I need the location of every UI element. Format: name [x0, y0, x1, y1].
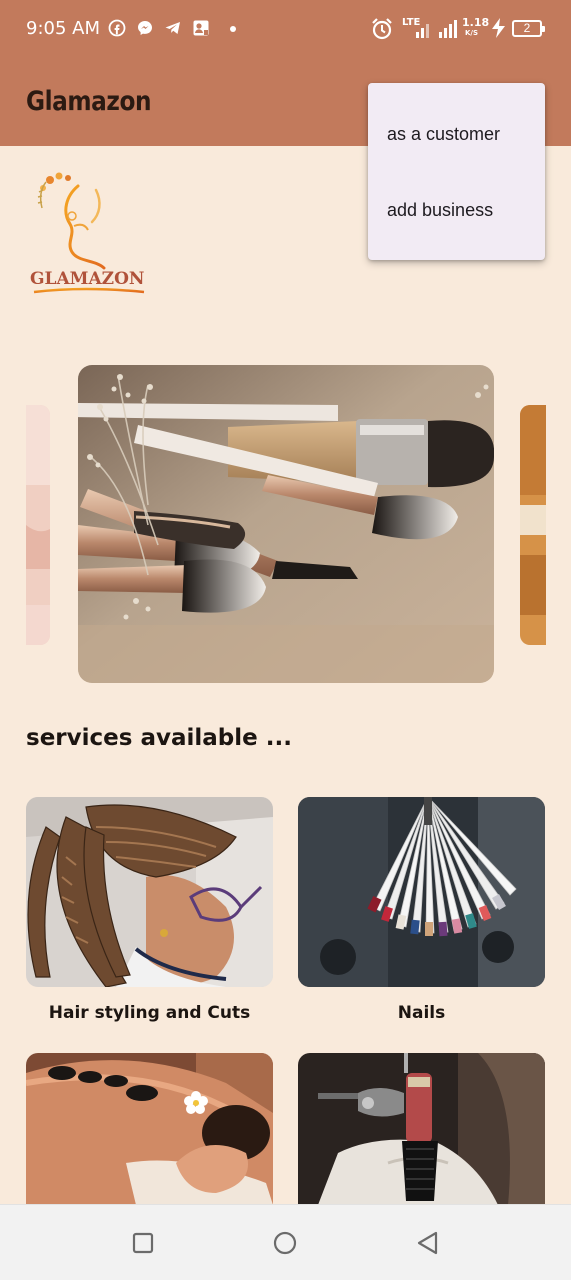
recents-button[interactable]	[129, 1229, 157, 1257]
menu-item-add-business[interactable]: add business	[368, 180, 545, 240]
alarm-icon	[372, 18, 392, 40]
service-label-hair[interactable]: Hair styling and Cuts	[26, 1003, 273, 1023]
signal-icon-2	[439, 20, 457, 38]
popup-menu: as a customer add business	[368, 83, 545, 260]
system-nav-bar	[0, 1204, 571, 1280]
service-card-tattoo[interactable]	[298, 1053, 545, 1221]
menu-item-as-a-customer[interactable]: as a customer	[368, 104, 545, 164]
facebook-icon	[108, 19, 126, 37]
image-carousel[interactable]	[0, 365, 571, 685]
carousel-next-slide[interactable]	[520, 405, 546, 645]
services-heading: services available ...	[26, 725, 292, 751]
status-time: 9:05 AM	[26, 18, 100, 39]
telegram-icon	[165, 22, 180, 34]
battery-indicator: 2	[512, 20, 545, 37]
service-image-hot-stone-massage[interactable]	[26, 1053, 273, 1205]
messenger-icon	[138, 21, 152, 35]
service-image-tattoo-machine[interactable]	[298, 1053, 545, 1205]
status-bar: 9:05 AM LTE 1.18 K/S 2	[0, 0, 571, 58]
logo-text: GLAMAZON	[30, 269, 144, 289]
speed-unit: K/S	[465, 29, 479, 37]
more-notifications-dot	[230, 26, 236, 32]
glamazon-logo: GLAMAZON	[30, 172, 144, 294]
carousel-prev-slide[interactable]	[26, 405, 50, 645]
service-card-hair[interactable]: Hair styling and Cuts	[26, 797, 273, 1023]
contact-card-icon	[193, 20, 209, 36]
service-image-braided-hair[interactable]	[26, 797, 273, 987]
carousel-slide-makeup-brushes[interactable]	[78, 365, 494, 683]
service-label-nails[interactable]: Nails	[298, 1003, 545, 1023]
app-title: Glamazon	[26, 86, 152, 117]
service-image-nail-polish-swatches[interactable]	[298, 797, 545, 987]
service-card-massage[interactable]	[26, 1053, 273, 1221]
home-button[interactable]	[271, 1229, 299, 1257]
back-button[interactable]	[414, 1229, 442, 1257]
signal-icon	[416, 24, 429, 38]
service-card-nails[interactable]: Nails	[298, 797, 545, 1023]
charging-icon	[492, 18, 505, 38]
